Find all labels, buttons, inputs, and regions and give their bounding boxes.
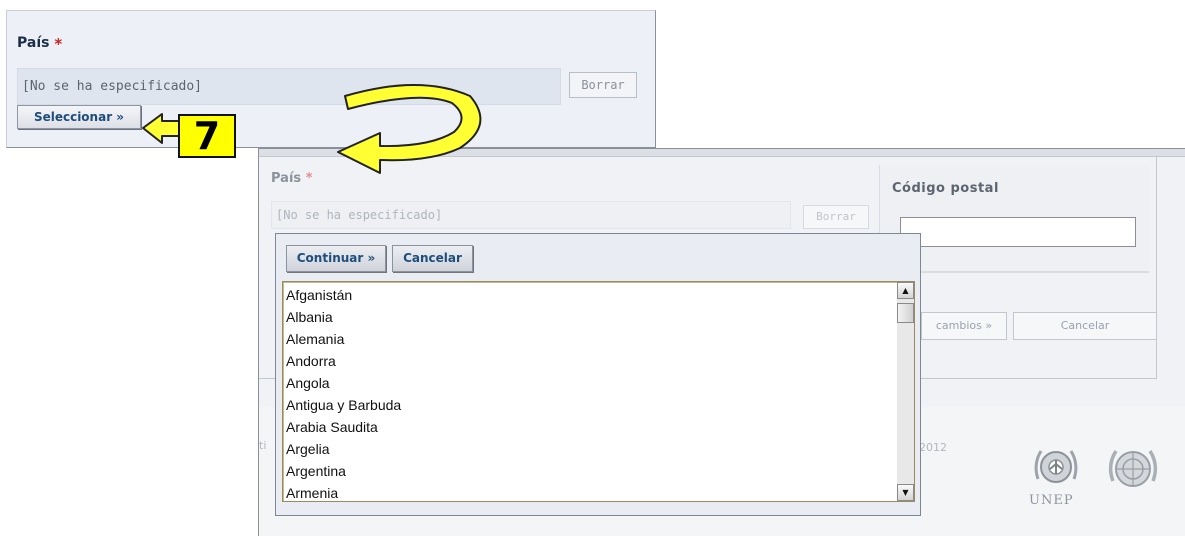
scroll-down-icon[interactable]: ▼ (897, 484, 914, 501)
select-button[interactable]: Seleccionar » (17, 105, 141, 129)
un-emblem-icon (1108, 450, 1158, 487)
unep-logo-text: UNEP (1029, 493, 1074, 508)
required-marker: * (305, 171, 313, 186)
country-list-items: Afganistán Albania Alemania Andorra Angola An… (285, 284, 894, 504)
country-label-text: País (17, 35, 50, 51)
country-option[interactable]: Argelia (285, 438, 894, 460)
country-option[interactable]: Alemania (285, 328, 894, 350)
clear-button[interactable]: Borrar (569, 72, 637, 98)
country-list[interactable]: Afganistán Albania Alemania Andorra Angola An… (282, 281, 915, 502)
footer-text-fragment: ti (259, 439, 267, 452)
unep-logo-icon (1034, 450, 1078, 483)
country-panel-before: País * [No se ha especificado] Borrar Se… (6, 10, 656, 148)
postal-code-input[interactable] (900, 217, 1136, 247)
country-value-field: [No se ha especificado] (271, 201, 791, 229)
cancel-button[interactable]: Cancelar (392, 245, 473, 272)
required-marker: * (54, 35, 63, 53)
save-changes-button[interactable]: cambios » (921, 312, 1007, 340)
postal-code-label: Código postal (892, 181, 999, 196)
copyright-year: 2012 (919, 441, 947, 454)
country-option[interactable]: Albania (285, 306, 894, 328)
step-number-badge: 7 (178, 114, 236, 158)
country-option[interactable]: Armenia (285, 482, 894, 504)
continue-button[interactable]: Continuar » (286, 245, 386, 272)
country-picker: Continuar » Cancelar Afganistán Albania Al… (275, 233, 921, 516)
country-value-field: [No se ha especificado] (17, 68, 561, 105)
scrollbar[interactable]: ▲ ▼ (897, 282, 914, 501)
country-option[interactable]: Andorra (285, 350, 894, 372)
cancel-button[interactable]: Cancelar (1013, 312, 1157, 340)
scroll-thumb[interactable] (897, 303, 914, 323)
country-option[interactable]: Antigua y Barbuda (285, 394, 894, 416)
country-option[interactable]: Afganistán (285, 284, 894, 306)
country-option[interactable]: Argentina (285, 460, 894, 482)
country-option[interactable]: Arabia Saudita (285, 416, 894, 438)
country-label-text: País (271, 171, 302, 186)
scroll-up-icon[interactable]: ▲ (897, 282, 914, 299)
window-top-strip (259, 149, 1185, 157)
country-option[interactable]: Angola (285, 372, 894, 394)
clear-button[interactable]: Borrar (803, 205, 869, 229)
country-label: País * (17, 35, 62, 53)
country-label: País * (271, 171, 313, 186)
